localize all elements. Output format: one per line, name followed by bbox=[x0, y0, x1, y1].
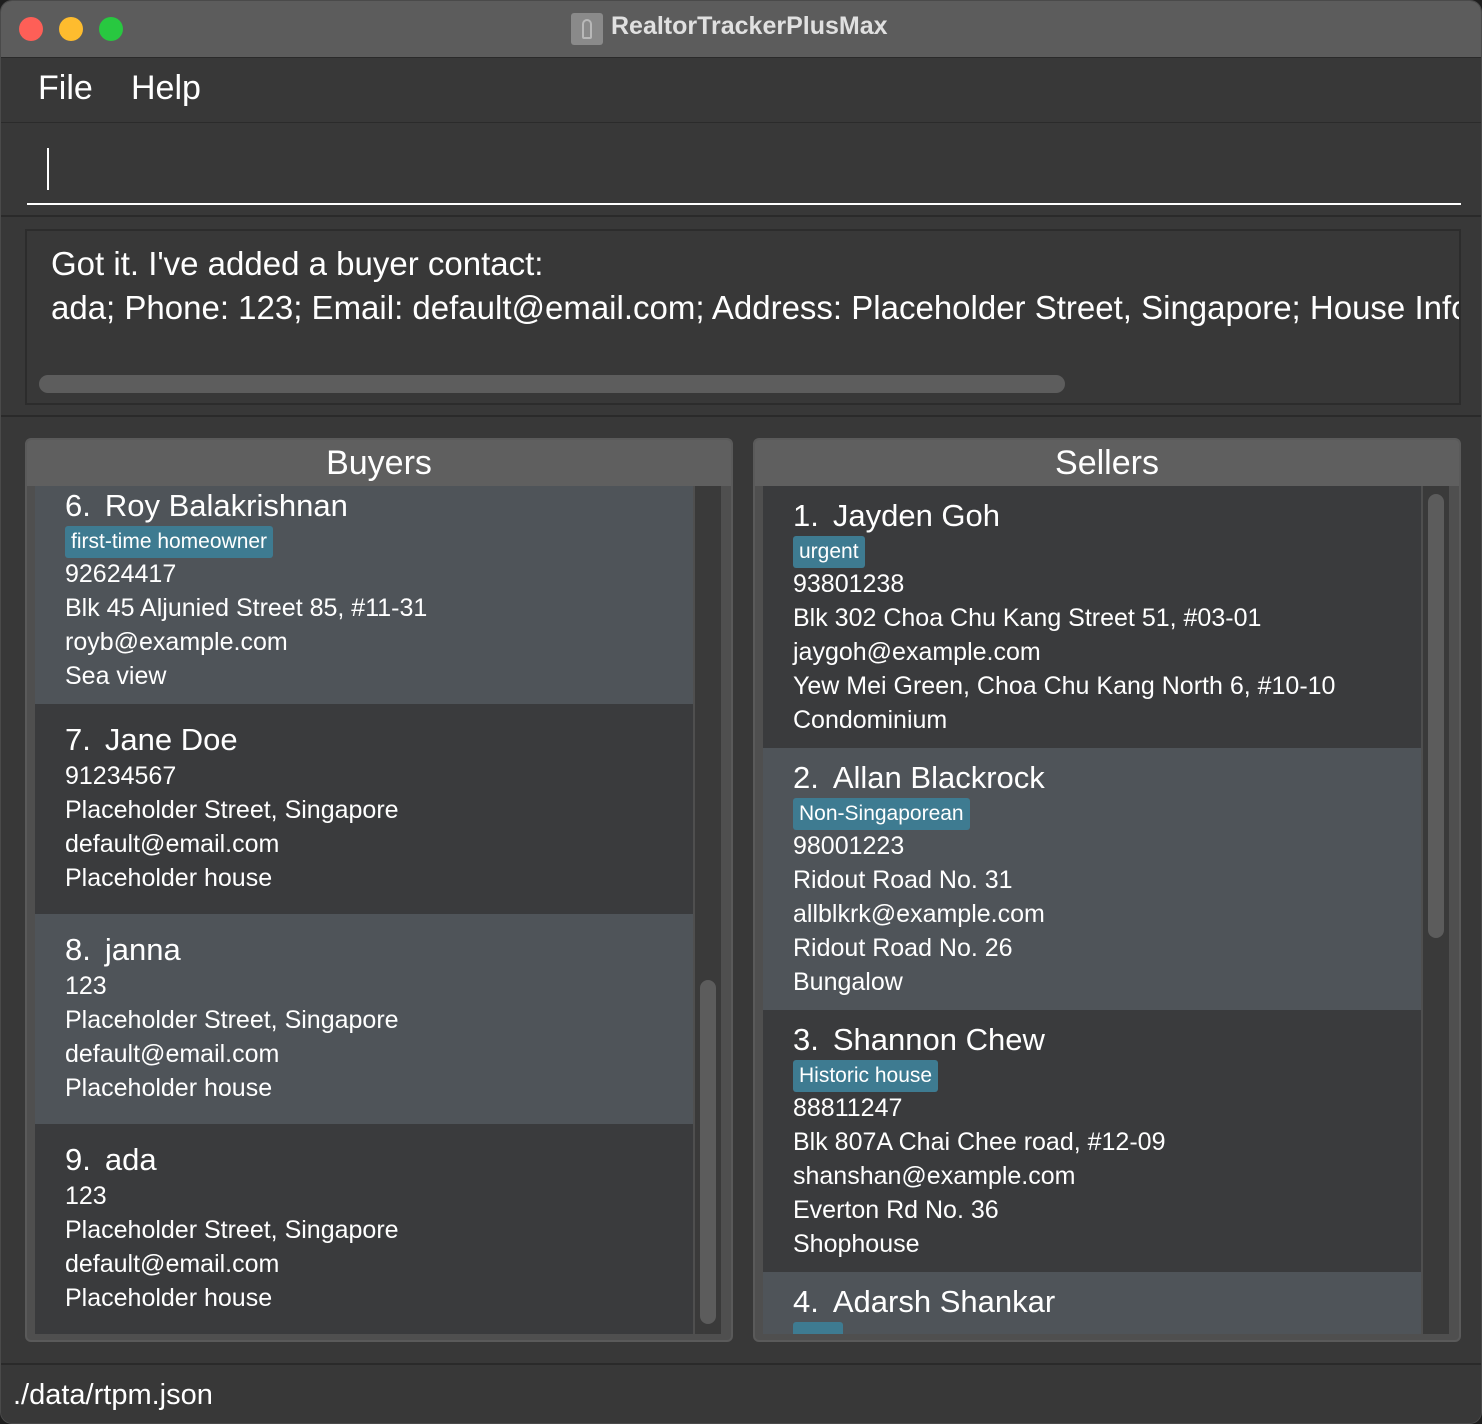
result-display[interactable]: Got it. I've added a buyer contact: ada;… bbox=[25, 229, 1461, 405]
seller-card[interactable]: 3. Shannon Chew Historic house 88811247 B… bbox=[763, 1010, 1421, 1272]
seller-address: Blk 807A Chai Chee road, #12-09 bbox=[793, 1128, 1166, 1156]
seller-name: 4. Adarsh Shankar bbox=[793, 1284, 1055, 1320]
buyer-name: 6. Roy Balakrishnan bbox=[65, 488, 348, 524]
app-icon bbox=[571, 13, 603, 45]
seller-selling-address: Ridout Road No. 26 bbox=[793, 934, 1013, 962]
seller-card[interactable]: 1. Jayden Goh urgent 93801238 Blk 302 Cho… bbox=[763, 486, 1421, 748]
buyer-name: 9. ada bbox=[65, 1142, 157, 1178]
seller-address: Ridout Road No. 31 bbox=[793, 866, 1013, 894]
buyer-address: Blk 45 Aljunied Street 85, #11-31 bbox=[65, 594, 428, 622]
buyer-house-info: Placeholder house bbox=[65, 1074, 273, 1102]
seller-phone: 88811247 bbox=[793, 1094, 903, 1122]
result-line-2: ada; Phone: 123; Email: default@email.co… bbox=[51, 289, 1461, 326]
window-title: RealtorTrackerPlusMax bbox=[611, 12, 888, 40]
seller-selling-address: Everton Rd No. 36 bbox=[793, 1196, 999, 1224]
seller-tag: urgent bbox=[793, 536, 865, 568]
menu-bar: File Help bbox=[1, 58, 1481, 123]
command-area bbox=[1, 123, 1481, 215]
result-line-1: Got it. I've added a buyer contact: bbox=[51, 245, 544, 282]
buyer-email: royb@example.com bbox=[65, 628, 288, 656]
minimize-window-button[interactable] bbox=[59, 17, 83, 41]
seller-email: allblkrk@example.com bbox=[793, 900, 1045, 928]
sellers-list[interactable]: 1. Jayden Goh urgent 93801238 Blk 302 Cho… bbox=[763, 486, 1421, 1334]
sellers-panel: Sellers 1. Jayden Goh urgent 93801238 Blk… bbox=[753, 438, 1461, 1342]
status-bar: ./data/rtpm.json bbox=[1, 1363, 1481, 1423]
sellers-scroll-thumb[interactable] bbox=[1428, 494, 1444, 938]
buyer-name: 7. Jane Doe bbox=[65, 722, 238, 758]
buyer-phone: 91234567 bbox=[65, 762, 177, 790]
close-window-button[interactable] bbox=[19, 17, 43, 41]
buyer-card[interactable]: 9. ada 123 Placeholder Street, Singapore … bbox=[35, 1124, 693, 1334]
sellers-header: Sellers bbox=[755, 440, 1459, 486]
seller-index: 2. bbox=[793, 760, 819, 795]
divider bbox=[1, 415, 1481, 417]
buyers-panel: Buyers 6. Roy Balakrishnan first-time hom… bbox=[25, 438, 733, 1342]
buyer-address: Placeholder Street, Singapore bbox=[65, 796, 399, 824]
seller-tag: Non-Singaporean bbox=[793, 798, 970, 830]
buyer-house-info: Placeholder house bbox=[65, 1284, 273, 1312]
seller-address: Blk 302 Choa Chu Kang Street 51, #03-01 bbox=[793, 604, 1262, 632]
buyer-card[interactable]: 6. Roy Balakrishnan first-time homeowner … bbox=[35, 486, 693, 704]
seller-tag: Historic house bbox=[793, 1060, 939, 1092]
buyers-header: Buyers bbox=[27, 440, 731, 486]
seller-phone: 98001223 bbox=[793, 832, 905, 860]
save-file-path: ./data/rtpm.json bbox=[13, 1379, 213, 1411]
buyer-house-info: Placeholder house bbox=[65, 864, 273, 892]
maximize-window-button[interactable] bbox=[99, 17, 123, 41]
seller-selling-address: Yew Mei Green, Choa Chu Kang North 6, #1… bbox=[793, 672, 1336, 700]
seller-name-text: Jayden Goh bbox=[832, 498, 1001, 533]
buyer-index: 8. bbox=[65, 932, 91, 967]
seller-card[interactable]: 4. Adarsh Shankar bbox=[763, 1272, 1421, 1334]
seller-index: 4. bbox=[793, 1284, 819, 1319]
buyer-name-text: Jane Doe bbox=[104, 722, 238, 757]
buyer-index: 7. bbox=[65, 722, 91, 757]
buyers-scroll-thumb[interactable] bbox=[700, 980, 716, 1324]
buyer-address: Placeholder Street, Singapore bbox=[65, 1216, 399, 1244]
seller-tag bbox=[793, 1322, 843, 1334]
seller-index: 3. bbox=[793, 1022, 819, 1057]
buyer-tag: first-time homeowner bbox=[65, 526, 274, 558]
seller-name: 3. Shannon Chew bbox=[793, 1022, 1045, 1058]
buyers-vertical-scrollbar[interactable] bbox=[695, 486, 721, 1334]
seller-name: 2. Allan Blackrock bbox=[793, 760, 1045, 796]
seller-card[interactable]: 2. Allan Blackrock Non-Singaporean 980012… bbox=[763, 748, 1421, 1010]
buyer-phone: 123 bbox=[65, 1182, 107, 1210]
app-window: RealtorTrackerPlusMax File Help Got it. … bbox=[0, 0, 1482, 1424]
buyer-email: default@email.com bbox=[65, 830, 280, 858]
buyer-house-info: Sea view bbox=[65, 662, 167, 690]
buyer-email: default@email.com bbox=[65, 1040, 280, 1068]
command-input[interactable] bbox=[27, 143, 1461, 205]
seller-house-info: Condominium bbox=[793, 706, 948, 734]
buyer-name: 8. janna bbox=[65, 932, 181, 968]
menu-file[interactable]: File bbox=[38, 69, 93, 108]
title-bar: RealtorTrackerPlusMax bbox=[1, 1, 1481, 58]
buyer-name-text: Roy Balakrishnan bbox=[104, 488, 348, 523]
buyer-address: Placeholder Street, Singapore bbox=[65, 1006, 399, 1034]
result-horizontal-scrollbar[interactable] bbox=[39, 375, 1065, 393]
buyer-index: 9. bbox=[65, 1142, 91, 1177]
buyer-name-text: ada bbox=[104, 1142, 157, 1177]
seller-phone: 93801238 bbox=[793, 570, 905, 598]
buyer-phone: 123 bbox=[65, 972, 107, 1000]
buyer-email: default@email.com bbox=[65, 1250, 280, 1278]
seller-name-text: Allan Blackrock bbox=[832, 760, 1045, 795]
buyer-card[interactable]: 7. Jane Doe 91234567 Placeholder Street, … bbox=[35, 704, 693, 914]
seller-email: jaygoh@example.com bbox=[793, 638, 1041, 666]
buyers-list[interactable]: 6. Roy Balakrishnan first-time homeowner … bbox=[35, 486, 693, 1334]
text-caret bbox=[47, 148, 49, 190]
seller-house-info: Shophouse bbox=[793, 1230, 920, 1258]
divider bbox=[1, 215, 1481, 217]
seller-index: 1. bbox=[793, 498, 819, 533]
sellers-vertical-scrollbar[interactable] bbox=[1423, 486, 1449, 1334]
menu-help[interactable]: Help bbox=[131, 69, 201, 108]
seller-name-text: Adarsh Shankar bbox=[832, 1284, 1056, 1319]
buyer-phone: 92624417 bbox=[65, 560, 177, 588]
seller-email: shanshan@example.com bbox=[793, 1162, 1076, 1190]
buyer-card[interactable]: 8. janna 123 Placeholder Street, Singapor… bbox=[35, 914, 693, 1124]
seller-house-info: Bungalow bbox=[793, 968, 903, 996]
buyer-index: 6. bbox=[65, 488, 91, 523]
seller-name: 1. Jayden Goh bbox=[793, 498, 1000, 534]
seller-name-text: Shannon Chew bbox=[832, 1022, 1045, 1057]
buyer-name-text: janna bbox=[104, 932, 181, 967]
